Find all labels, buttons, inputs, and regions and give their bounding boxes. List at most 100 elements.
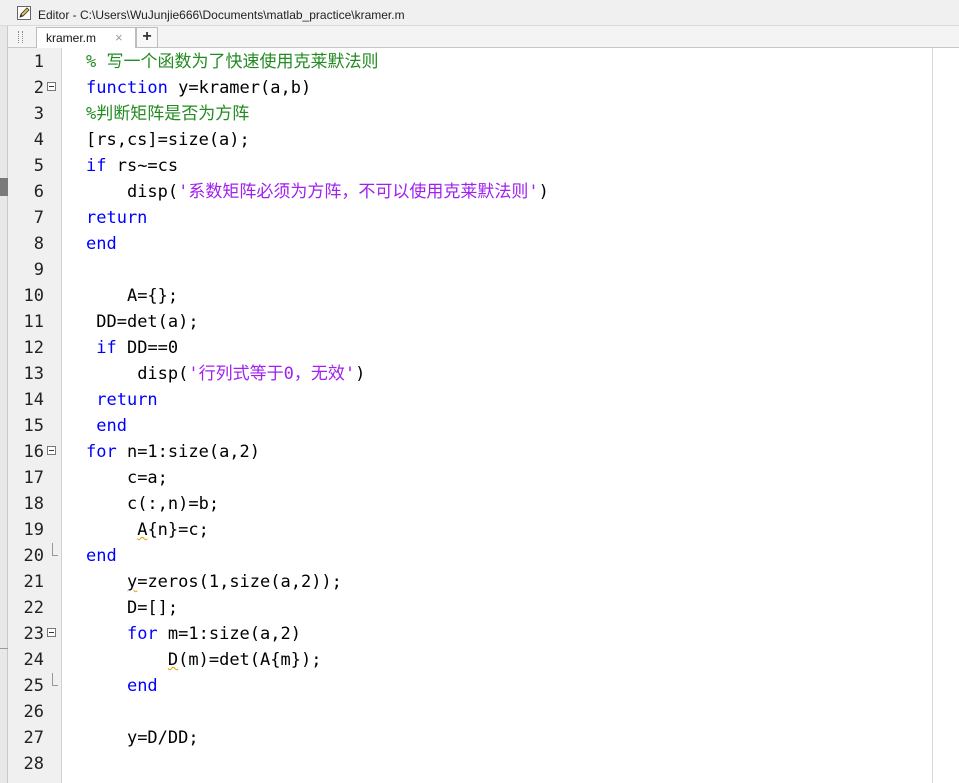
- code-token: y: [126, 572, 138, 592]
- code-line[interactable]: 4 [rs,cs]=size(a);: [0, 127, 959, 153]
- code-text: disp('系数矩阵必须为方阵，不可以使用克莱默法则'): [86, 179, 549, 205]
- code-token: ): [538, 182, 549, 202]
- code-token: =zeros(1,size(a,2));: [137, 572, 342, 592]
- code-line[interactable]: 10 A={};: [0, 283, 959, 309]
- code-text: return: [86, 387, 158, 413]
- drag-grip-icon[interactable]: [18, 31, 23, 43]
- line-number: 1: [33, 52, 44, 72]
- code-text: if rs~=cs: [86, 153, 178, 179]
- code-line[interactable]: 23 for m=1:size(a,2): [0, 621, 959, 647]
- code-line[interactable]: 24 D(m)=det(A{m});: [0, 647, 959, 673]
- code-line[interactable]: 7 return: [0, 205, 959, 231]
- fold-end-marker: [52, 543, 58, 556]
- fold-toggle-icon[interactable]: [47, 446, 56, 455]
- code-line[interactable]: 18 c(:,n)=b;: [0, 491, 959, 517]
- code-text: c(:,n)=b;: [86, 491, 219, 517]
- code-text: y=zeros(1,size(a,2));: [86, 569, 342, 595]
- tab-label: kramer.m: [46, 31, 97, 45]
- code-token: D=[];: [126, 598, 179, 618]
- code-text: function y=kramer(a,b): [86, 75, 311, 101]
- code-line[interactable]: 22 D=[];: [0, 595, 959, 621]
- keyword-token: end: [126, 676, 158, 696]
- line-number: 15: [23, 416, 44, 436]
- code-line[interactable]: 19 A{n}=c;: [0, 517, 959, 543]
- string-token: '行列式等于0，无效': [188, 364, 356, 384]
- code-text: for m=1:size(a,2): [86, 621, 301, 647]
- comment-token: %判断矩阵是否为方阵: [86, 104, 250, 124]
- code-line[interactable]: 28: [0, 751, 959, 777]
- code-text: A{n}=c;: [86, 517, 209, 543]
- code-text: end: [86, 543, 117, 569]
- line-number: 3: [33, 104, 44, 124]
- code-line[interactable]: 11 DD=det(a);: [0, 309, 959, 335]
- comment-token: % 写一个函数为了快速使用克莱默法则: [86, 52, 379, 72]
- code-line[interactable]: 26: [0, 699, 959, 725]
- fold-toggle-icon[interactable]: [47, 82, 56, 91]
- code-text: end: [86, 231, 117, 257]
- line-number: 2: [33, 78, 44, 98]
- code-line[interactable]: 5 if rs~=cs: [0, 153, 959, 179]
- line-number: 14: [23, 390, 44, 410]
- line-number: 25: [23, 676, 44, 696]
- line-number: 20: [23, 546, 44, 566]
- keyword-token: for: [86, 442, 117, 462]
- code-text: c=a;: [86, 465, 168, 491]
- code-text: if DD==0: [86, 335, 178, 361]
- code-line[interactable]: 27 y=D/DD;: [0, 725, 959, 751]
- keyword-token: end: [86, 546, 117, 566]
- code-line[interactable]: 9: [0, 257, 959, 283]
- keyword-token: function: [86, 78, 168, 98]
- code-line[interactable]: 25 end: [0, 673, 959, 699]
- code-token: {n}=c;: [147, 520, 209, 540]
- code-token: [rs,cs]=size(a);: [86, 130, 250, 150]
- line-number: 9: [33, 260, 44, 280]
- code-line[interactable]: 1 % 写一个函数为了快速使用克莱默法则: [0, 49, 959, 75]
- code-line[interactable]: 15 end: [0, 413, 959, 439]
- keyword-token: return: [86, 208, 148, 228]
- line-number: 12: [23, 338, 44, 358]
- keyword-token: end: [86, 234, 117, 254]
- editor-titlebar: Editor - C:\Users\WuJunjie666\Documents\…: [0, 0, 959, 26]
- add-tab-button[interactable]: +: [136, 27, 158, 48]
- line-number: 22: [23, 598, 44, 618]
- code-text: disp('行列式等于0，无效'): [86, 361, 365, 387]
- code-line[interactable]: 8 end: [0, 231, 959, 257]
- code-line[interactable]: 6 disp('系数矩阵必须为方阵，不可以使用克莱默法则'): [0, 179, 959, 205]
- tab-bar: kramer.m × +: [8, 26, 959, 48]
- line-number: 23: [23, 624, 44, 644]
- keyword-token: if: [86, 156, 107, 176]
- tab-kramer-m[interactable]: kramer.m ×: [36, 27, 136, 48]
- code-line[interactable]: 13 disp('行列式等于0，无效'): [0, 361, 959, 387]
- edit-pencil-icon: [17, 6, 31, 20]
- code-line[interactable]: 2 function y=kramer(a,b): [0, 75, 959, 101]
- window-title: Editor - C:\Users\WuJunjie666\Documents\…: [38, 8, 405, 22]
- line-number: 4: [33, 130, 44, 150]
- code-line[interactable]: 3 %判断矩阵是否为方阵: [0, 101, 959, 127]
- line-number: 11: [23, 312, 44, 332]
- code-text: D(m)=det(A{m});: [86, 647, 322, 673]
- code-line[interactable]: 16 for n=1:size(a,2): [0, 439, 959, 465]
- line-number: 6: [33, 182, 44, 202]
- fold-toggle-icon[interactable]: [47, 628, 56, 637]
- code-line[interactable]: 17 c=a;: [0, 465, 959, 491]
- code-token: n=1:size(a,2): [116, 442, 261, 462]
- keyword-token: return: [96, 390, 158, 410]
- code-line[interactable]: 14 return: [0, 387, 959, 413]
- close-icon[interactable]: ×: [115, 30, 123, 45]
- code-token: ): [355, 364, 366, 384]
- code-token: c(:,n)=b;: [126, 494, 220, 514]
- code-text: [rs,cs]=size(a);: [86, 127, 250, 153]
- line-number: 19: [23, 520, 44, 540]
- line-number: 24: [23, 650, 44, 670]
- code-token: A={};: [126, 286, 179, 306]
- code-line[interactable]: 21 y=zeros(1,size(a,2));: [0, 569, 959, 595]
- code-token: DD=det(a);: [96, 312, 199, 332]
- code-token: D: [167, 650, 179, 670]
- code-line[interactable]: 12 if DD==0: [0, 335, 959, 361]
- line-number: 21: [23, 572, 44, 592]
- string-token: '系数矩阵必须为方阵，不可以使用克莱默法则': [178, 182, 539, 202]
- code-token: y=D/DD;: [126, 728, 199, 748]
- line-number: 18: [23, 494, 44, 514]
- code-line[interactable]: 20 end: [0, 543, 959, 569]
- fold-end-marker: [52, 673, 58, 686]
